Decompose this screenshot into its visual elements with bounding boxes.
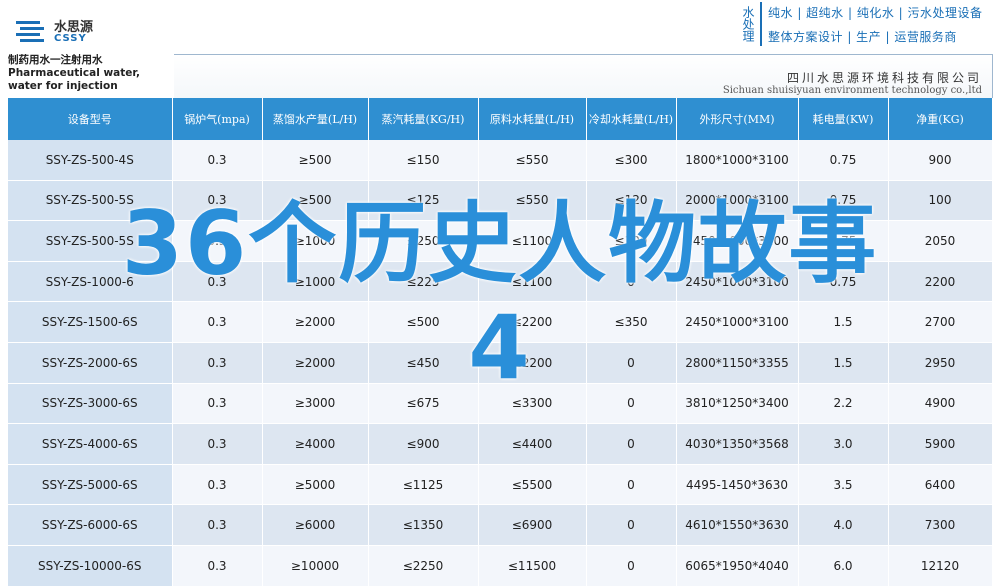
table-cell: 4.0 bbox=[798, 504, 889, 546]
product-title-en: Pharmaceutical water, water for injectio… bbox=[8, 67, 141, 92]
table-cell: 3.0 bbox=[798, 423, 889, 465]
table-cell: ≤5500 bbox=[478, 464, 587, 506]
table-cell: 4610*1550*3630 bbox=[676, 504, 799, 546]
column-header: 净重(KG) bbox=[888, 98, 993, 140]
company-name-en: Sichuan shuisiyuan environment technolog… bbox=[722, 85, 982, 96]
table-cell: 0.3 bbox=[172, 545, 263, 587]
column-header: 冷却水耗量(L/H) bbox=[586, 98, 677, 140]
table-cell: 0 bbox=[586, 504, 677, 546]
model-cell: SSY-ZS-500-4S bbox=[8, 140, 173, 181]
table-cell: 0 bbox=[586, 423, 677, 465]
table-cell: 0.3 bbox=[172, 140, 263, 181]
column-header: 蒸汽耗量(KG/H) bbox=[368, 98, 479, 140]
model-cell: SSY-ZS-10000-6S bbox=[8, 545, 173, 587]
header-divider bbox=[760, 2, 762, 46]
table-cell: 3.5 bbox=[798, 464, 889, 506]
table-cell: 0.3 bbox=[172, 504, 263, 546]
column-header: 原料水耗量(L/H) bbox=[478, 98, 587, 140]
table-cell: 4030*1350*3568 bbox=[676, 423, 799, 465]
table-cell: 12120 bbox=[888, 545, 993, 587]
company-banner: 四川水思源环境科技有限公司 Sichuan shuisiyuan environ… bbox=[174, 54, 993, 99]
table-cell: 0 bbox=[586, 464, 677, 506]
table-header-row: 设备型号 锅炉气(mpa) 蒸馏水产量(L/H) 蒸汽耗量(KG/H) 原料水耗… bbox=[8, 98, 993, 140]
table-row: SSY-ZS-4000-6S 0.3 ≥4000 ≤900 ≤4400 0 4030*135… bbox=[8, 423, 993, 465]
table-cell: ≤300 bbox=[586, 140, 677, 181]
column-header: 外形尺寸(MM) bbox=[676, 98, 799, 140]
column-header: 锅炉气(mpa) bbox=[172, 98, 263, 140]
brand-logo: 水思源 CSSY bbox=[14, 14, 104, 48]
service-line-2: 整体方案设计 | 生产 | 运营服务商 bbox=[768, 30, 957, 44]
table-cell: ≤900 bbox=[368, 423, 479, 465]
table-cell: ≤550 bbox=[478, 140, 587, 181]
table-cell: 6.0 bbox=[798, 545, 889, 587]
table-cell: ≥6000 bbox=[262, 504, 369, 546]
model-cell: SSY-ZS-4000-6S bbox=[8, 423, 173, 465]
table-cell: 0 bbox=[586, 545, 677, 587]
table-cell: ≤6900 bbox=[478, 504, 587, 546]
table-cell: ≥5000 bbox=[262, 464, 369, 506]
model-cell: SSY-ZS-6000-6S bbox=[8, 504, 173, 546]
table-row: SSY-ZS-6000-6S 0.3 ≥6000 ≤1350 ≤6900 0 4610*15… bbox=[8, 504, 993, 546]
overlay-title: 36个历史人物故事 bbox=[121, 192, 879, 295]
table-row: SSY-ZS-10000-6S 0.3 ≥10000 ≤2250 ≤11500 0 6065… bbox=[8, 545, 993, 587]
product-title: 制药用水一注射用水 Pharmaceutical water, water fo… bbox=[8, 54, 172, 98]
table-cell: ≤4400 bbox=[478, 423, 587, 465]
table-cell: ≤1125 bbox=[368, 464, 479, 506]
column-header: 蒸馏水产量(L/H) bbox=[262, 98, 369, 140]
table-cell: 0.3 bbox=[172, 464, 263, 506]
table-cell: 4495-1450*3630 bbox=[676, 464, 799, 506]
table-cell: 0.3 bbox=[172, 423, 263, 465]
table-cell: ≥500 bbox=[262, 140, 369, 181]
table-cell: ≤150 bbox=[368, 140, 479, 181]
table-cell: ≤1350 bbox=[368, 504, 479, 546]
table-cell: ≥10000 bbox=[262, 545, 369, 587]
table-cell: 900 bbox=[888, 140, 993, 181]
table-cell: 7300 bbox=[888, 504, 993, 546]
category-tag: 水处理 bbox=[738, 2, 758, 46]
table-cell: 5900 bbox=[888, 423, 993, 465]
table-row: SSY-ZS-5000-6S 0.3 ≥5000 ≤1125 ≤5500 0 4495-14… bbox=[8, 464, 993, 506]
column-header: 耗电量(KW) bbox=[798, 98, 889, 140]
table-row: SSY-ZS-500-4S 0.3 ≥500 ≤150 ≤550 ≤300 1800*100… bbox=[8, 140, 993, 181]
company-name-cn: 四川水思源环境科技有限公司 bbox=[786, 71, 982, 85]
table-cell: 6400 bbox=[888, 464, 993, 506]
brand-name-en: CSSY bbox=[54, 33, 87, 44]
table-cell: ≥4000 bbox=[262, 423, 369, 465]
model-cell: SSY-ZS-5000-6S bbox=[8, 464, 173, 506]
product-title-cn: 制药用水一注射用水 bbox=[8, 54, 103, 66]
service-line-1: 纯水 | 超纯水 | 纯化水 | 污水处理设备 bbox=[768, 6, 983, 20]
table-cell: ≤2250 bbox=[368, 545, 479, 587]
table-cell: 6065*1950*4040 bbox=[676, 545, 799, 587]
category-tag-text: 水处理 bbox=[741, 6, 755, 42]
table-cell: ≤11500 bbox=[478, 545, 587, 587]
water-drop-logo-icon bbox=[16, 21, 44, 42]
table-cell: 1800*1000*3100 bbox=[676, 140, 799, 181]
column-header: 设备型号 bbox=[8, 98, 173, 140]
table-cell: 0.75 bbox=[798, 140, 889, 181]
overlay-subtitle: 4 bbox=[468, 296, 532, 399]
